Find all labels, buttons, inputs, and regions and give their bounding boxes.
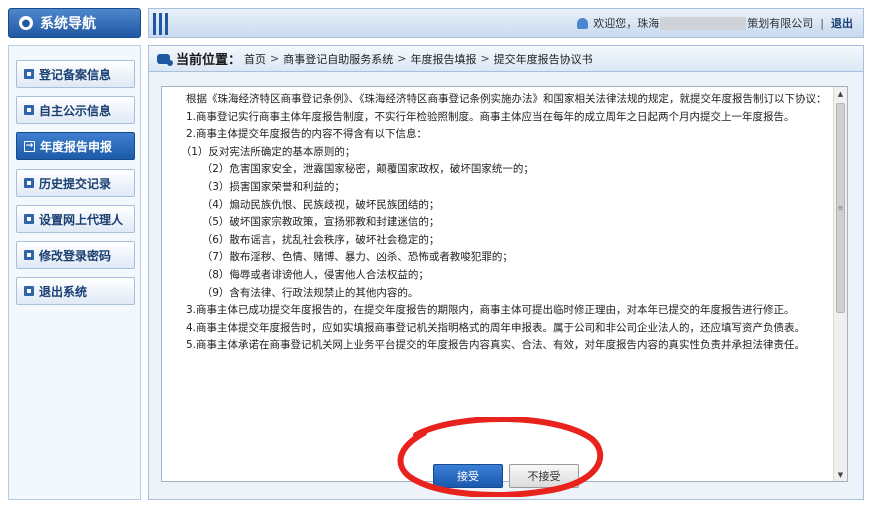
agreement-paragraph: （5）破坏国家宗教政策，宣扬邪教和封建迷信的；	[165, 216, 440, 229]
accept-button[interactable]: 接受	[433, 464, 503, 488]
breadcrumb-item-self-service[interactable]: 商事登记自助服务系统	[283, 51, 393, 67]
agreement-text: 根据《珠海经济特区商事登记条例》、《珠海经济特区商事登记条例实施办法》和国家相关…	[165, 91, 833, 355]
square-bullet-icon	[24, 214, 34, 224]
action-bar: 接受 不接受	[149, 456, 863, 498]
top-bar: 欢迎您，珠海 策划有限公司 | 退出	[148, 8, 864, 38]
breadcrumb-item-home[interactable]: 首页	[244, 51, 266, 67]
main-panel: 当前位置： 首页 > 商事登记自助服务系统 > 年度报告填报 > 提交年度报告协…	[148, 45, 864, 500]
chat-bubble-icon	[157, 53, 173, 66]
sidebar-item-online-agent[interactable]: 设置网上代理人	[16, 205, 135, 233]
agreement-paragraph: 5.商事主体承诺在商事登记机关网上业务平台提交的年度报告内容真实、合法、有效，对…	[165, 339, 806, 352]
sidebar-item-annual-report[interactable]: 年度报告申报	[16, 132, 135, 160]
nav-icon: ●	[19, 16, 33, 30]
scroll-up-arrow-icon[interactable]: ▲	[834, 87, 847, 100]
agreement-paragraph: （6）散布谣言，扰乱社会秩序，破坏社会稳定的；	[165, 233, 440, 246]
agreement-textbox[interactable]: 根据《珠海经济特区商事登记条例》、《珠海经济特区商事登记条例实施办法》和国家相关…	[161, 86, 848, 482]
sidebar-item-label: 修改登录密码	[39, 248, 112, 263]
agreement-paragraph: 4.商事主体提交年度报告时，应如实填报商事登记机关指明格式的周年申报表。属于公司…	[165, 321, 806, 334]
square-bullet-icon	[24, 105, 34, 115]
user-icon	[577, 17, 589, 29]
decline-button[interactable]: 不接受	[509, 464, 579, 488]
breadcrumb-item-annual-report[interactable]: 年度报告填报	[410, 51, 476, 67]
sidebar-item-label: 自主公示信息	[39, 103, 112, 118]
welcome-text-suffix: 策划有限公司	[747, 17, 814, 30]
sidebar: 登记备案信息 自主公示信息 年度报告申报 历史提交记录 设置网上代理人 修改登录…	[8, 45, 141, 500]
agreement-scrollbar[interactable]: ▲ ≡ ▼	[833, 87, 847, 481]
square-bullet-icon	[24, 286, 34, 296]
breadcrumb-item-current: 提交年度报告协议书	[493, 52, 593, 66]
header-separator: |	[820, 16, 824, 30]
sidebar-item-label: 设置网上代理人	[39, 212, 124, 227]
decorative-stripes	[153, 13, 168, 35]
agreement-paragraph: （8）侮辱或者诽谤他人，侵害他人合法权益的；	[165, 268, 429, 281]
sidebar-item-exit-system[interactable]: 退出系统	[16, 277, 135, 305]
breadcrumb: 当前位置： 首页 > 商事登记自助服务系统 > 年度报告填报 > 提交年度报告协…	[149, 46, 863, 72]
agreement-paragraph: 根据《珠海经济特区商事登记条例》、《珠海经济特区商事登记条例实施办法》和国家相关…	[165, 93, 827, 105]
agreement-paragraph: 2.商事主体提交年度报告的内容不得含有以下信息：	[165, 128, 428, 141]
square-bullet-icon	[24, 250, 34, 260]
agreement-paragraph: （4）煽动民族仇恨、民族歧视，破坏民族团结的；	[165, 198, 440, 211]
sidebar-item-history[interactable]: 历史提交记录	[16, 169, 135, 197]
redacted-company-name	[660, 16, 747, 30]
sidebar-item-public-info[interactable]: 自主公示信息	[16, 96, 135, 124]
sidebar-item-registration-info[interactable]: 登记备案信息	[16, 60, 135, 88]
arrow-box-icon	[24, 140, 35, 152]
agreement-paragraph: 1.商事登记实行商事主体年度报告制度，不实行年检验照制度。商事主体应当在每年的成…	[165, 110, 795, 123]
square-bullet-icon	[24, 69, 34, 79]
agreement-paragraph: （7）散布淫秽、色情、赌博、暴力、凶杀、恐怖或者教唆犯罪的；	[165, 251, 513, 264]
square-bullet-icon	[24, 178, 34, 188]
scroll-thumb[interactable]: ≡	[836, 103, 845, 313]
logout-link[interactable]: 退出	[831, 15, 853, 31]
agreement-paragraph: （2）危害国家安全，泄露国家秘密，颠覆国家政权，破坏国家统一的；	[165, 163, 534, 176]
agreement-paragraph: （3）损害国家荣誉和利益的；	[165, 180, 345, 193]
agreement-paragraph: （9）含有法律、行政法规禁止的其他内容的。	[165, 286, 419, 299]
app-root: ● 系统导航 登记备案信息 自主公示信息 年度报告申报 历史提交记录 设置网上代…	[0, 0, 872, 512]
sidebar-item-label: 年度报告申报	[40, 139, 113, 154]
agreement-paragraph: 3.商事主体已成功提交年度报告的，在提交年度报告的期限内，商事主体可提出临时修正…	[165, 304, 795, 317]
welcome-area: 欢迎您，珠海 策划有限公司 | 退出	[577, 9, 853, 37]
breadcrumb-label: 当前位置：	[176, 53, 242, 68]
sidebar-header: ● 系统导航	[8, 8, 141, 38]
sidebar-item-label: 历史提交记录	[39, 176, 112, 191]
sidebar-title: 系统导航	[40, 16, 96, 32]
sidebar-item-change-password[interactable]: 修改登录密码	[16, 241, 135, 269]
breadcrumb-separator: >	[397, 52, 407, 65]
agreement-paragraph: （1）反对宪法所确定的基本原则的；	[165, 145, 356, 158]
sidebar-item-label: 登记备案信息	[39, 67, 112, 82]
welcome-text-prefix: 欢迎您，珠海	[593, 17, 660, 30]
breadcrumb-separator: >	[270, 52, 280, 65]
breadcrumb-separator: >	[480, 52, 490, 65]
sidebar-item-label: 退出系统	[39, 284, 88, 299]
